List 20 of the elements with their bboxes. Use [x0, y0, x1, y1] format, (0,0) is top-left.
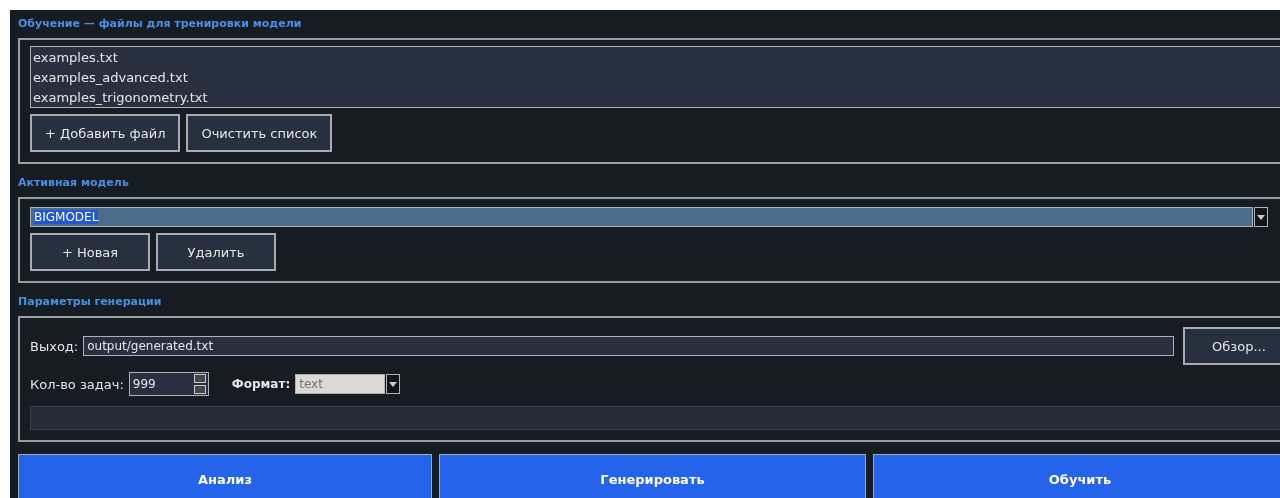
browse-button[interactable]: Обзор... [1183, 327, 1280, 365]
model-button[interactable]: + Новая [30, 233, 150, 271]
model-button[interactable]: Удалить [156, 233, 276, 271]
field-label: Формат: [231, 377, 291, 391]
count-spinbox[interactable]: 999 [128, 372, 209, 396]
field-label: Выход: [30, 338, 79, 354]
file-button[interactable]: + Добавить файл [30, 114, 181, 152]
file-button[interactable]: Очистить список [186, 114, 333, 152]
output-path-field[interactable]: output/generated.txt [83, 336, 1174, 356]
file-item[interactable]: examples.txt [33, 48, 118, 68]
model-dropdown[interactable]: BIGMODEL [30, 207, 1253, 227]
field-label: Кол-во задач: [30, 376, 124, 392]
file-item[interactable]: examples_trigonometry.txt [33, 88, 208, 108]
action-button[interactable]: Анализ [18, 454, 432, 498]
section-title: Активная модель [18, 176, 130, 190]
file-item[interactable]: examples_advanced.txt [33, 68, 188, 88]
section-title: Параметры генерации [18, 295, 163, 309]
action-button[interactable]: Обучить [873, 454, 1280, 498]
action-button[interactable]: Генерировать [439, 454, 866, 498]
section-title: Обучение — файлы для тренировки модели [18, 17, 303, 31]
